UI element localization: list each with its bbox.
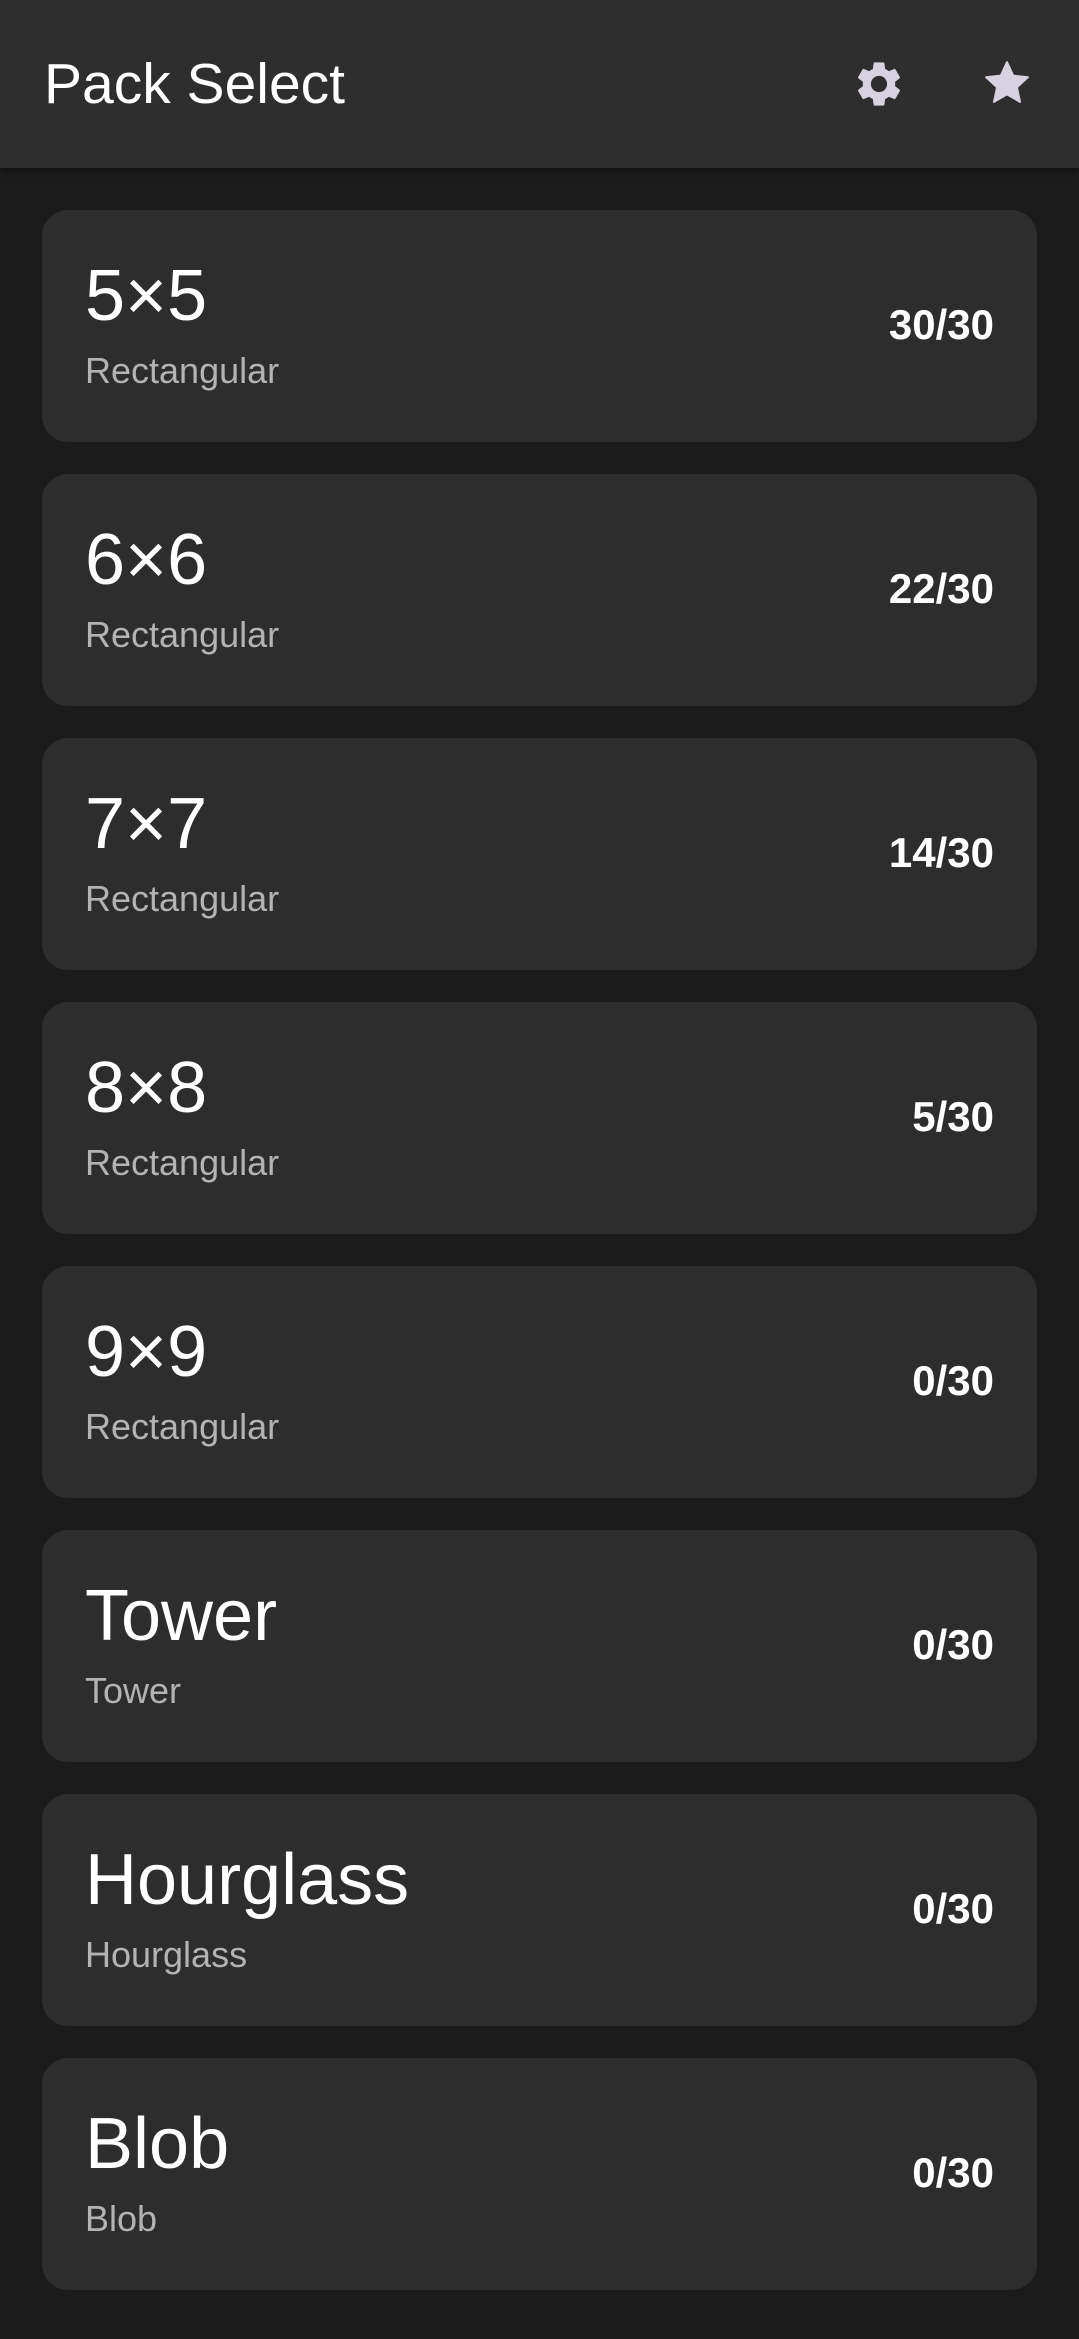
pack-progress: 0/30 bbox=[912, 1357, 994, 1404]
pack-card-blob[interactable]: Blob Blob 0/30 bbox=[42, 2058, 1037, 2290]
pack-card-5x5[interactable]: 5×5 Rectangular 30/30 bbox=[42, 210, 1037, 442]
app-bar: Pack Select bbox=[0, 0, 1079, 168]
pack-type: Rectangular bbox=[85, 1142, 280, 1183]
pack-name: Blob bbox=[85, 2104, 230, 2184]
pack-progress: 0/30 bbox=[912, 1885, 994, 1932]
pack-card-tower[interactable]: Tower Tower 0/30 bbox=[42, 1530, 1037, 1762]
pack-type: Rectangular bbox=[85, 614, 280, 655]
pack-progress: 30/30 bbox=[888, 301, 994, 348]
pack-progress: 5/30 bbox=[912, 1093, 994, 1140]
pack-type: Rectangular bbox=[85, 1406, 280, 1447]
pack-card-9x9[interactable]: 9×9 Rectangular 0/30 bbox=[42, 1266, 1037, 1498]
pack-card-7x7[interactable]: 7×7 Rectangular 14/30 bbox=[42, 738, 1037, 970]
pack-name: 9×9 bbox=[85, 1312, 208, 1392]
pack-progress: 22/30 bbox=[888, 565, 994, 612]
pack-type: Hourglass bbox=[85, 1934, 248, 1975]
pack-card-hourglass[interactable]: Hourglass Hourglass 0/30 bbox=[42, 1794, 1037, 2026]
pack-card-8x8[interactable]: 8×8 Rectangular 5/30 bbox=[42, 1002, 1037, 1234]
settings-button[interactable] bbox=[847, 52, 911, 116]
pack-type: Rectangular bbox=[85, 878, 280, 919]
pack-card-6x6[interactable]: 6×6 Rectangular 22/30 bbox=[42, 474, 1037, 706]
pack-type: Rectangular bbox=[85, 350, 280, 391]
pack-list: 5×5 Rectangular 30/30 6×6 Rectangular 22… bbox=[42, 210, 1037, 2322]
pack-name: 5×5 bbox=[85, 256, 208, 336]
pack-progress: 14/30 bbox=[888, 829, 994, 876]
pack-name: 8×8 bbox=[85, 1048, 208, 1128]
pack-name: 6×6 bbox=[85, 520, 208, 600]
gear-icon bbox=[857, 62, 901, 106]
star-icon bbox=[985, 61, 1029, 103]
favorites-button[interactable] bbox=[975, 52, 1039, 116]
pack-progress: 0/30 bbox=[912, 2149, 994, 2196]
pack-name: 7×7 bbox=[85, 784, 208, 864]
pack-progress: 0/30 bbox=[912, 1621, 994, 1668]
page-title: Pack Select bbox=[44, 52, 345, 116]
pack-name: Tower bbox=[85, 1576, 278, 1656]
pack-name: Hourglass bbox=[85, 1840, 410, 1920]
pack-type: Tower bbox=[85, 1670, 182, 1711]
pack-type: Blob bbox=[85, 2198, 158, 2239]
